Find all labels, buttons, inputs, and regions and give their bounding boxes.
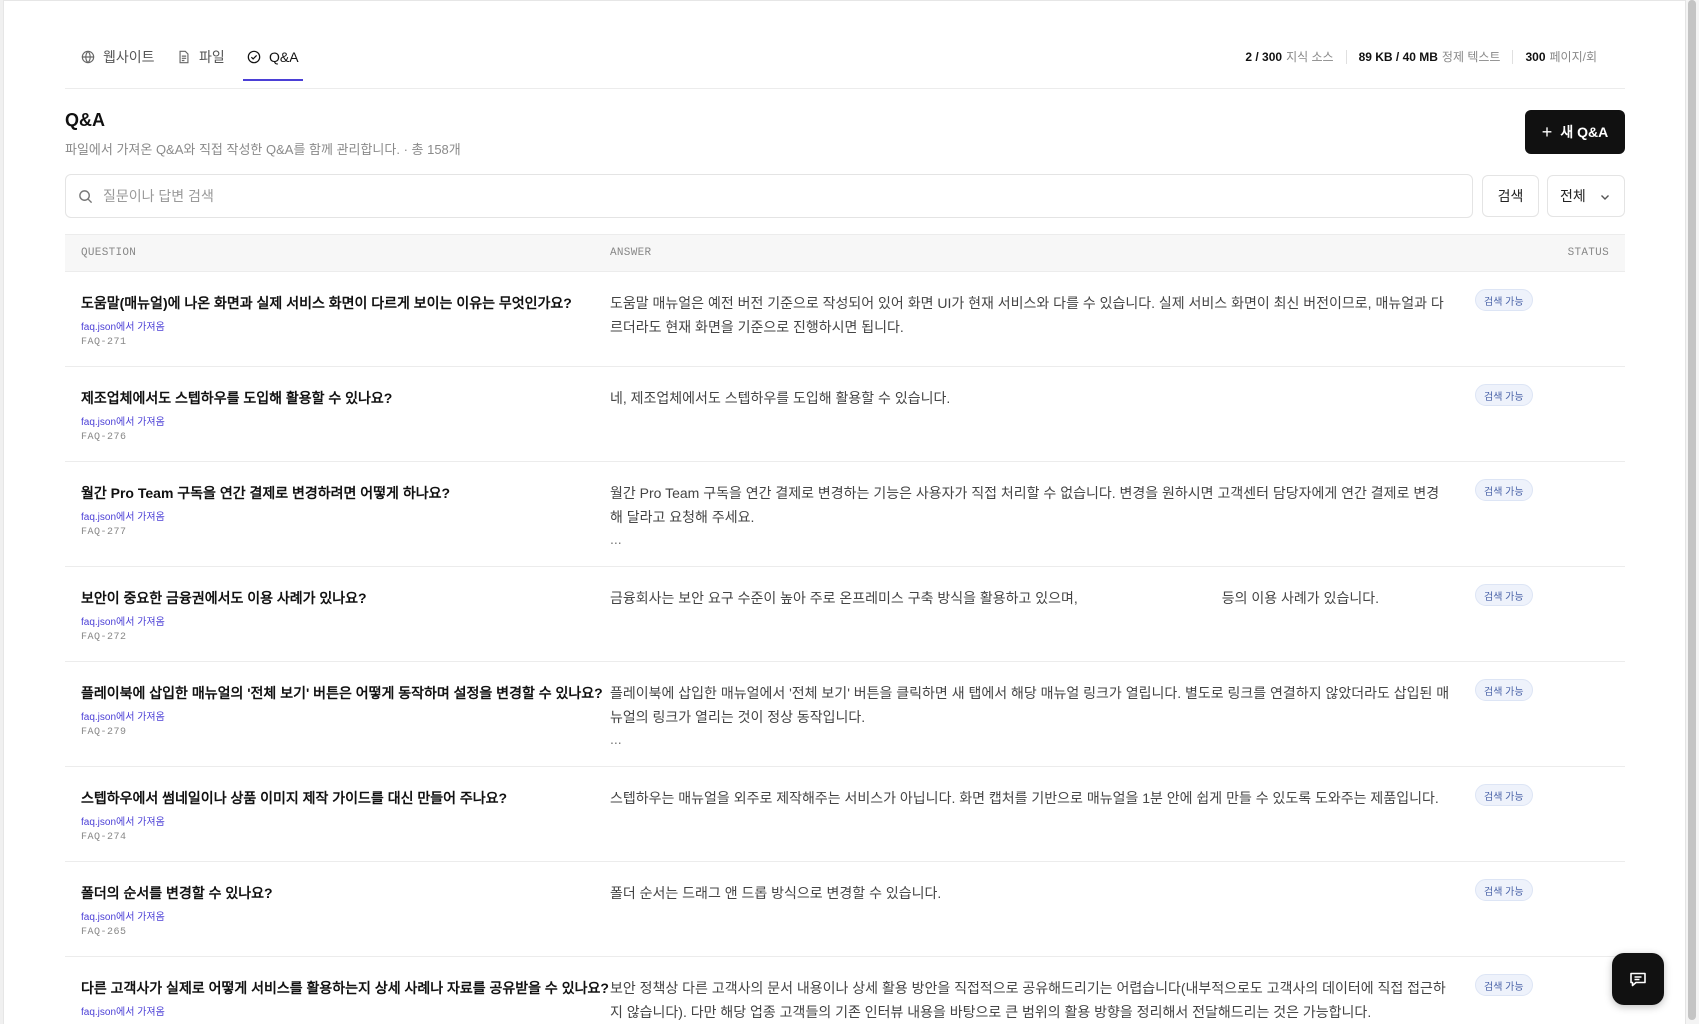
tab-website[interactable]: 웹사이트 — [81, 46, 155, 68]
answer-text: 스텝하우는 매뉴얼을 외주로 제작해주는 서비스가 아닙니다. 화면 캡처를 기… — [610, 790, 1439, 806]
question-text: 폴더의 순서를 변경할 수 있나요? — [81, 885, 273, 901]
answer-text: 네, 제조업체에서도 스텝하우를 도입해 활용할 수 있습니다. — [610, 390, 951, 406]
table-header: QUESTION ANSWER STATUS — [65, 234, 1625, 272]
faq-id: FAQ-279 — [81, 727, 127, 738]
status-badge: 검색 가능 — [1475, 679, 1533, 701]
divider — [1345, 49, 1347, 64]
qa-table: QUESTION ANSWER STATUS 도움말(매뉴얼)에 나온 화면과 … — [65, 234, 1625, 1024]
source-label: faq.json에서 가져옴 — [81, 512, 165, 523]
scrollbar-thumb[interactable] — [1688, 0, 1696, 1020]
search-button[interactable]: 검색 — [1482, 175, 1539, 217]
top-bar: 웹사이트 파일 Q&A 2 / 300 지식 소스 89 KB / 40 MB 정제… — [65, 0, 1625, 89]
usage-stats: 2 / 300 지식 소스 89 KB / 40 MB 정제 텍스트 300 페이지/… — [1245, 48, 1597, 65]
question-text: 스텝하우에서 썸네일이나 상품 이미지 제작 가이드를 대신 만들어 주나요? — [81, 790, 508, 806]
table-row[interactable]: 도움말(매뉴얼)에 나온 화면과 실제 서비스 화면이 다르게 보이는 이유는 … — [65, 272, 1625, 367]
chat-button[interactable] — [1612, 953, 1664, 1005]
faq-id: FAQ-277 — [81, 527, 127, 538]
page-title: Q&A — [65, 110, 105, 130]
stat-pages-per-run: 300 페이지/회 — [1525, 50, 1597, 64]
page-subtitle: 파일에서 가져온 Q&A와 직접 작성한 Q&A를 함께 관리합니다. · 총 … — [65, 142, 461, 157]
file-icon — [179, 50, 189, 64]
table-row[interactable]: 폴더의 순서를 변경할 수 있나요? faq.json에서 가져옴 FAQ-26… — [65, 862, 1625, 957]
plus-icon: + — [1541, 121, 1553, 142]
table-row[interactable]: 월간 Pro Team 구독을 연간 결제로 변경하려면 어떻게 하나요? fa… — [65, 462, 1625, 567]
tab-file[interactable]: 파일 — [177, 46, 225, 68]
new-qa-button[interactable]: + 새 Q&A — [1525, 110, 1625, 154]
window-left-border — [0, 0, 4, 1024]
question-text: 도움말(매뉴얼)에 나온 화면과 실제 서비스 화면이 다르게 보이는 이유는 … — [81, 295, 572, 311]
answer-text: 도움말 매뉴얼은 예전 버전 기준으로 작성되어 있어 화면 UI가 현재 서비… — [610, 295, 1444, 335]
status-badge: 검색 가능 — [1475, 974, 1533, 996]
source-label: faq.json에서 가져옴 — [81, 912, 165, 923]
source-label: faq.json에서 가져옴 — [81, 617, 165, 628]
status-badge: 검색 가능 — [1475, 784, 1533, 806]
question-text: 플레이북에 삽입한 매뉴얼의 '전체 보기' 버튼은 어떻게 동작하며 설정을 … — [81, 685, 603, 701]
tab-label: Q&A — [269, 49, 299, 65]
faq-id: FAQ-265 — [81, 927, 127, 938]
source-label: faq.json에서 가져옴 — [81, 322, 165, 333]
answer-text: 금융회사는 보안 요구 수준이 높아 주로 온프레미스 구축 방식을 활용하고 … — [610, 590, 1379, 606]
truncation-ellipsis: ... — [610, 531, 622, 547]
answer-text: 폴더 순서는 드래그 앤 드롭 방식으로 변경할 수 있습니다. — [610, 885, 942, 901]
search-input[interactable] — [103, 188, 1443, 204]
truncation-ellipsis: ... — [610, 731, 622, 747]
answer-text: 월간 Pro Team 구독을 연간 결제로 변경하는 기능은 사용자가 직접 … — [610, 481, 1450, 549]
status-badge: 검색 가능 — [1475, 879, 1533, 901]
filter-value: 전체 — [1560, 188, 1586, 204]
column-header-answer: ANSWER — [610, 247, 652, 259]
stat-refined-text: 89 KB / 40 MB 정제 텍스트 — [1358, 50, 1501, 64]
question-text: 제조업체에서도 스텝하우를 도입해 활용할 수 있나요? — [81, 390, 393, 406]
main-content: 웹사이트 파일 Q&A 2 / 300 지식 소스 89 KB / 40 MB 정제… — [65, 0, 1625, 1024]
status-badge: 검색 가능 — [1475, 479, 1533, 501]
status-filter-select[interactable]: 전체 — [1547, 175, 1625, 217]
tab-label: 파일 — [199, 49, 225, 65]
search-bar — [65, 174, 1473, 218]
faq-id: FAQ-272 — [81, 632, 127, 643]
chat-icon — [1630, 972, 1646, 987]
globe-icon — [81, 50, 95, 64]
status-badge: 검색 가능 — [1475, 289, 1533, 311]
table-row[interactable]: 스텝하우에서 썸네일이나 상품 이미지 제작 가이드를 대신 만들어 주나요? … — [65, 767, 1625, 862]
faq-id: FAQ-276 — [81, 432, 127, 443]
question-text: 보안이 중요한 금융권에서도 이용 사례가 있나요? — [81, 590, 367, 606]
table-row[interactable]: 제조업체에서도 스텝하우를 도입해 활용할 수 있나요? faq.json에서 … — [65, 367, 1625, 462]
status-badge: 검색 가능 — [1475, 384, 1533, 406]
tab-qa[interactable]: Q&A — [247, 46, 299, 68]
faq-id: FAQ-271 — [81, 337, 127, 348]
table-row[interactable]: 다른 고객사가 실제로 어떻게 서비스를 활용하는지 상세 사례나 자료를 공유… — [65, 957, 1625, 1024]
column-header-status: STATUS — [1567, 247, 1609, 259]
faq-id: FAQ-274 — [81, 832, 127, 843]
divider — [1512, 49, 1514, 64]
new-qa-label: 새 Q&A — [1560, 124, 1609, 140]
search-icon — [79, 189, 93, 203]
answer-text: 플레이북에 삽입한 매뉴얼에서 '전체 보기' 버튼을 클릭하면 새 탭에서 해… — [610, 685, 1450, 747]
source-label: faq.json에서 가져옴 — [81, 417, 165, 428]
source-label: faq.json에서 가져옴 — [81, 1007, 165, 1018]
stat-knowledge-sources: 2 / 300 지식 소스 — [1245, 50, 1334, 64]
answer-text: 보안 정책상 다른 고객사의 문서 내용이나 상세 활용 방안을 직접적으로 공… — [610, 980, 1446, 1020]
tab-label: 웹사이트 — [103, 49, 155, 65]
table-row[interactable]: 플레이북에 삽입한 매뉴얼의 '전체 보기' 버튼은 어떻게 동작하며 설정을 … — [65, 662, 1625, 767]
active-tab-indicator — [243, 79, 303, 81]
question-text: 다른 고객사가 실제로 어떻게 서비스를 활용하는지 상세 사례나 자료를 공유… — [81, 980, 609, 996]
chevron-down-icon — [1601, 195, 1609, 200]
source-label: faq.json에서 가져옴 — [81, 712, 165, 723]
table-row[interactable]: 보안이 중요한 금융권에서도 이용 사례가 있나요? faq.json에서 가져… — [65, 567, 1625, 662]
question-text: 월간 Pro Team 구독을 연간 결제로 변경하려면 어떻게 하나요? — [81, 485, 451, 501]
source-label: faq.json에서 가져옴 — [81, 817, 165, 828]
column-header-question: QUESTION — [81, 247, 137, 259]
status-badge: 검색 가능 — [1475, 584, 1533, 606]
check-circle-icon — [247, 50, 261, 64]
